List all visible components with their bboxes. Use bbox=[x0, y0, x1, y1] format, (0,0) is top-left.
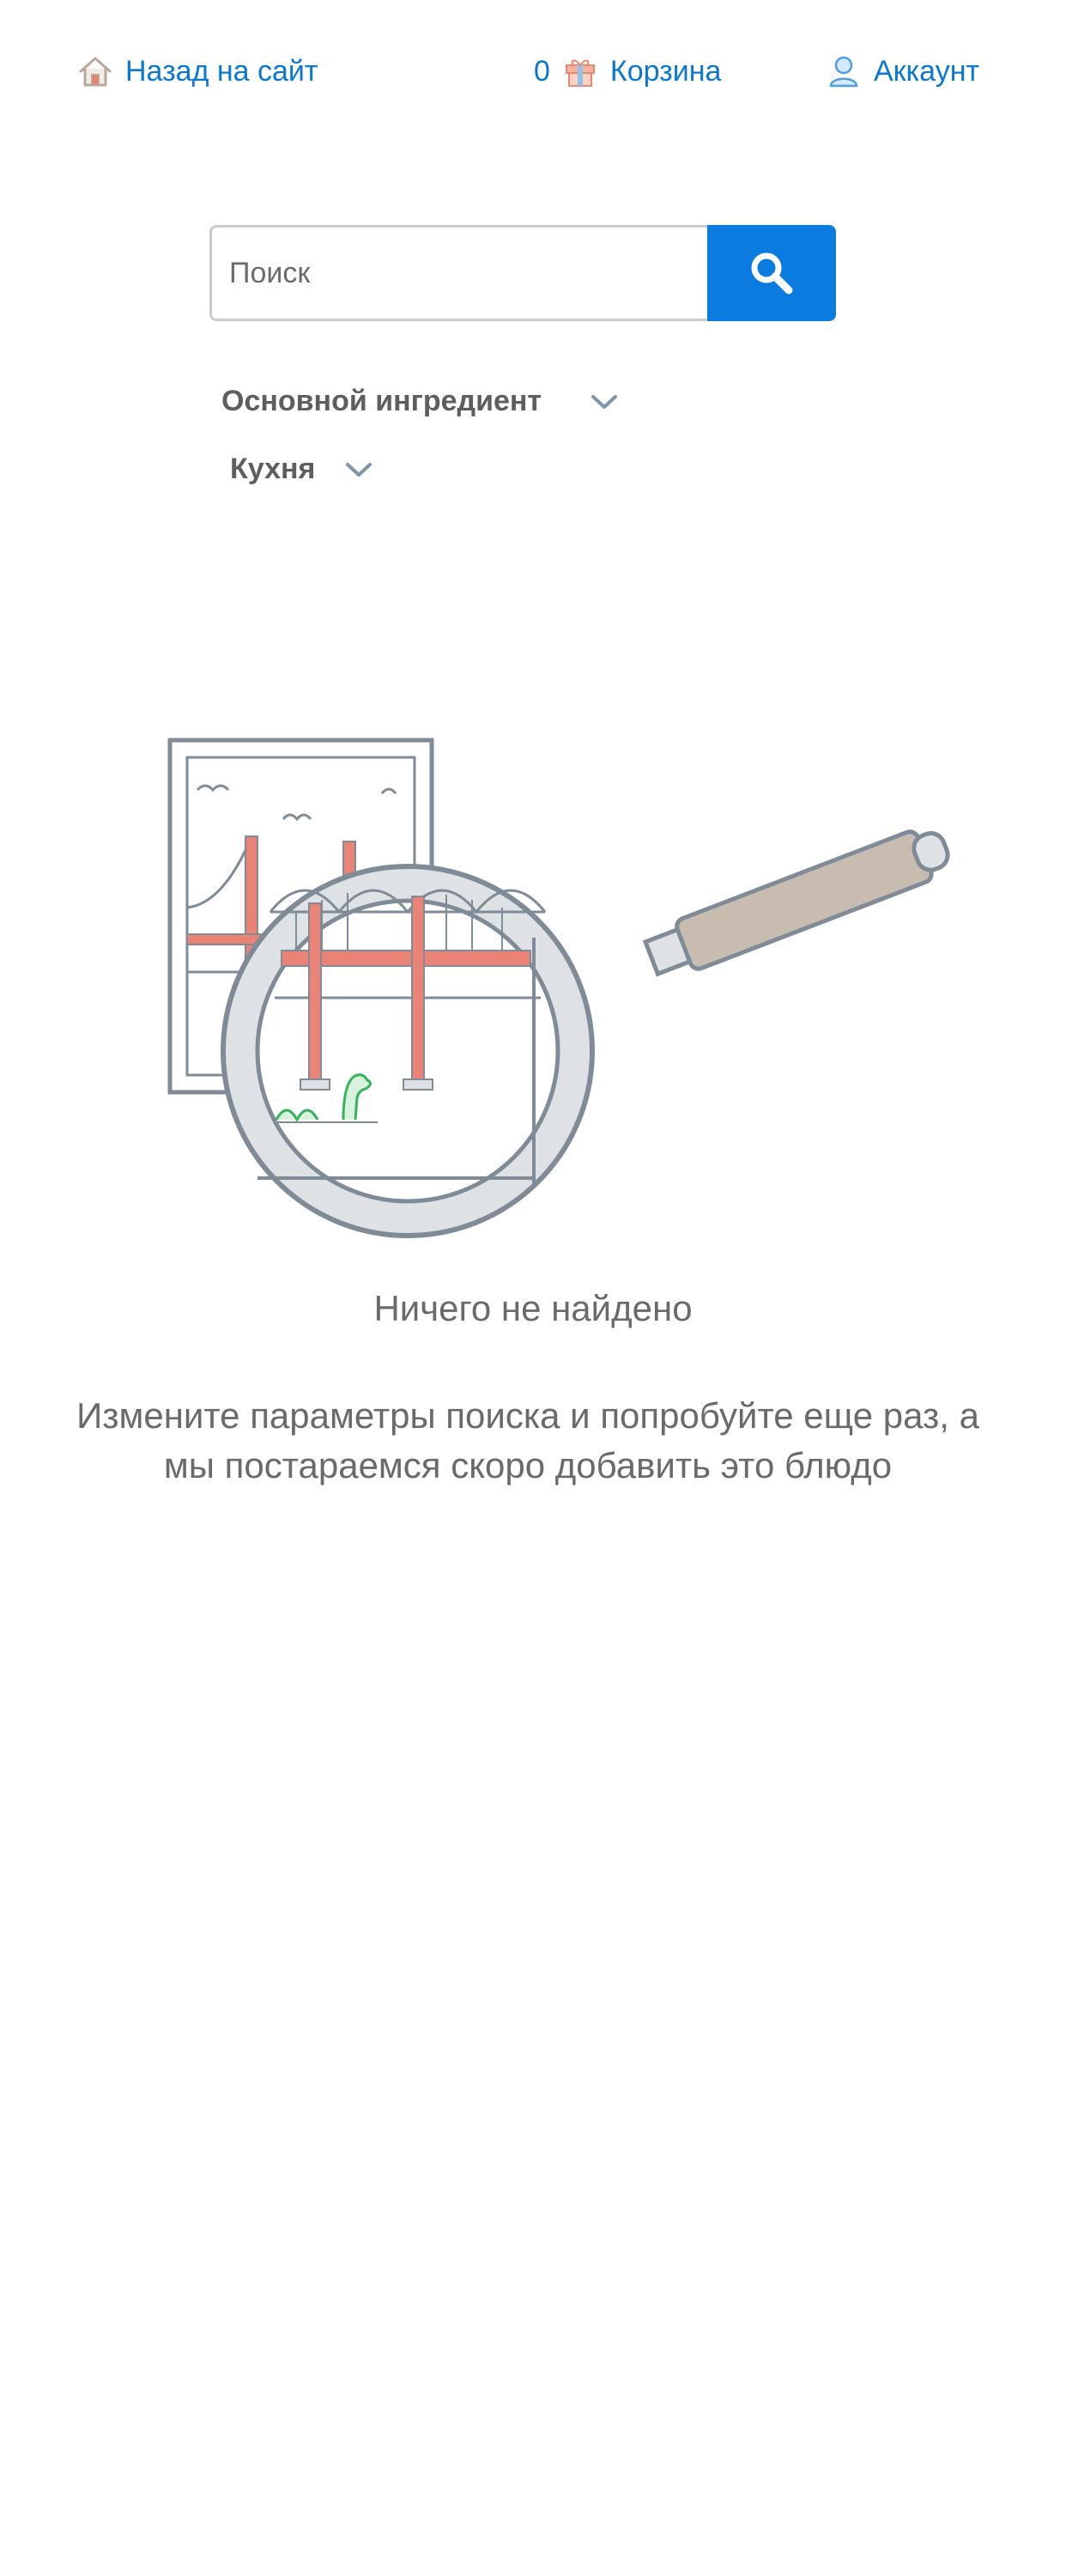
top-navigation: Назад на сайт 0 Корзина Аккаунт bbox=[0, 45, 1066, 105]
chevron-down-icon bbox=[346, 462, 372, 477]
no-results-illustration bbox=[167, 738, 950, 1238]
search-input[interactable] bbox=[209, 225, 707, 321]
cart-link[interactable]: 0 Корзина bbox=[534, 53, 721, 89]
account-label: Аккаунт bbox=[874, 54, 980, 88]
search-form bbox=[209, 225, 836, 321]
no-results-message: Измените параметры поиска и попробуйте е… bbox=[76, 1395, 979, 1485]
back-to-site-label: Назад на сайт bbox=[125, 54, 318, 88]
filter-cuisine[interactable]: Кухня bbox=[230, 453, 373, 486]
gift-icon bbox=[565, 59, 595, 87]
search-icon bbox=[751, 252, 793, 295]
cart-count: 0 bbox=[534, 54, 550, 88]
chevron-down-icon bbox=[591, 394, 618, 409]
filter-cuisine-label: Кухня bbox=[230, 453, 316, 485]
filter-main-ingredient-label: Основной ингредиент bbox=[221, 385, 542, 417]
home-icon bbox=[79, 57, 112, 87]
account-link[interactable]: Аккаунт bbox=[826, 53, 979, 89]
back-to-site-link[interactable]: Назад на сайт bbox=[77, 53, 318, 89]
filter-main-ingredient[interactable]: Основной ингредиент bbox=[221, 385, 619, 418]
search-button[interactable] bbox=[707, 225, 836, 321]
no-results-title: Ничего не найдено bbox=[373, 1288, 693, 1328]
user-icon bbox=[829, 56, 858, 88]
cart-label: Корзина bbox=[609, 54, 722, 88]
